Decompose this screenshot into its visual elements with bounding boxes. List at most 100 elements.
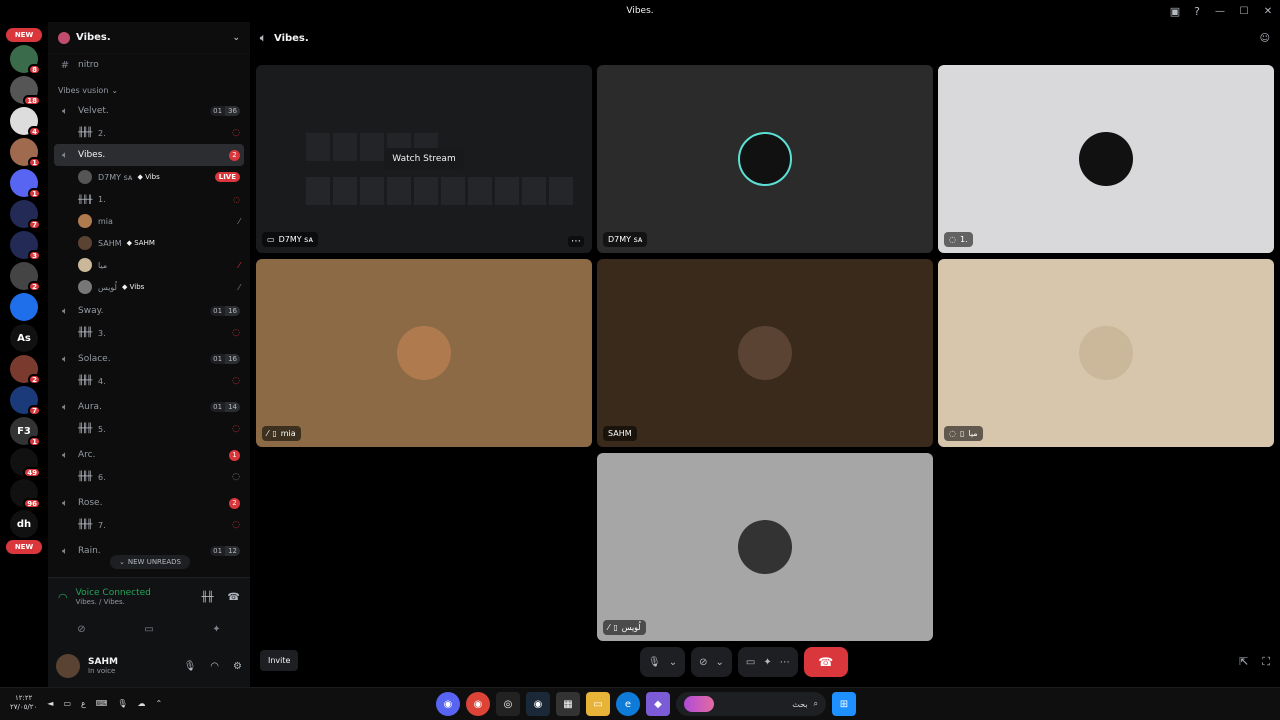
server-icon[interactable]: 18 — [10, 76, 41, 106]
disconnect-button[interactable]: ☎ — [803, 647, 848, 677]
voice-member[interactable]: ميا ⁄ — [48, 254, 250, 276]
sub-member[interactable]: ╫╫╫ 6. ◌ — [48, 466, 250, 488]
channel-nitro[interactable]: # nitro — [48, 54, 250, 76]
language-indicator[interactable]: ع — [81, 699, 86, 708]
camera-off-icon[interactable]: ⊘ — [77, 624, 85, 635]
mobile-icon: ▯ — [959, 429, 965, 438]
user-tile[interactable]: D7MY sᴀ — [597, 65, 933, 253]
user-tile[interactable]: ⁄ ▯ لُويس — [597, 453, 933, 641]
copilot-app-icon[interactable]: ◆ — [646, 692, 670, 716]
voice-location[interactable]: Vibes. / Vibes. — [76, 598, 151, 606]
user-tile[interactable]: SAHM — [597, 259, 933, 447]
voice-channel-vibes[interactable]: 🔈︎ Vibes. 2 — [54, 144, 244, 166]
activities-icon[interactable]: ✦ — [212, 624, 220, 635]
server-icon[interactable]: 8 — [10, 45, 41, 75]
server-icon[interactable]: 96 — [10, 479, 41, 509]
screen-share-icon[interactable]: ▭ — [746, 657, 755, 668]
clock[interactable]: ١٢:٢٢ ٢٧/٠٥/٢٠ — [10, 694, 37, 712]
voice-channel-aura[interactable]: 🔈︎ Aura. 01 14 — [48, 396, 250, 418]
members-icon[interactable]: ☺ — [1260, 33, 1270, 44]
chevron-up-icon[interactable]: ⌃ — [155, 699, 162, 708]
voice-connected-label[interactable]: Voice Connected — [76, 588, 151, 598]
keyboard-icon[interactable]: ⌨ — [96, 699, 108, 708]
folder-app-icon[interactable]: ▭ — [586, 692, 610, 716]
mic-control[interactable]: 🎙︎ ⌄ — [640, 647, 686, 677]
activities-icon[interactable]: ✦ — [763, 657, 771, 668]
username[interactable]: SAHM — [88, 657, 118, 667]
discord-app-icon[interactable]: ◉ — [436, 692, 460, 716]
member-label: 6. — [98, 472, 106, 482]
server-icon[interactable]: 2 — [10, 262, 41, 292]
user-tile[interactable]: ◌ ▯ ميا — [938, 259, 1274, 447]
user-tile[interactable]: ◌ 1. — [938, 65, 1274, 253]
server-icon[interactable]: 7 — [10, 386, 41, 416]
screen-share-icon[interactable]: ▭ — [144, 624, 153, 635]
voice-member[interactable]: SAHM ◆ SAHM — [48, 232, 250, 254]
chrome-app-icon[interactable]: ◉ — [466, 692, 490, 716]
help-icon[interactable]: ? — [1186, 0, 1208, 22]
avatar — [78, 214, 92, 228]
invite-button[interactable]: Invite — [260, 650, 299, 671]
taskbar-search[interactable]: بحث ⌕ — [676, 692, 826, 716]
voice-member[interactable]: لُويس ◆ Vibs ⁄ — [48, 276, 250, 298]
sub-member[interactable]: ╫╫╫ 7. ◌ — [48, 514, 250, 536]
maximize-button[interactable]: ☐ — [1232, 0, 1256, 22]
microphone-icon[interactable]: 🎙︎ — [184, 661, 197, 672]
cloud-icon[interactable]: ☁ — [137, 699, 145, 708]
soundboard-icon[interactable]: ╫╫ — [201, 592, 213, 603]
server-icon[interactable]: 1 — [10, 138, 41, 168]
server-icon[interactable]: 3 — [10, 231, 41, 261]
server-icon[interactable]: As — [10, 324, 38, 352]
server-icon[interactable] — [10, 293, 38, 321]
sub-member[interactable]: ╫╫╫ 3. ◌ — [48, 322, 250, 344]
new-badge-bottom[interactable]: NEW — [6, 540, 42, 554]
server-icon[interactable]: 49 — [10, 448, 41, 478]
game-app-icon[interactable]: ◎ — [496, 692, 520, 716]
soundwave-icon: ╫╫╫ — [78, 472, 92, 482]
guild-header[interactable]: Vibes. ⌄ — [48, 22, 250, 54]
watch-stream-button[interactable]: Watch Stream — [384, 148, 464, 170]
server-icon[interactable]: 4 — [10, 107, 41, 137]
category-header[interactable]: Vibes vusion ⌄ — [48, 80, 250, 100]
fullscreen-icon[interactable]: ⛶ — [1262, 655, 1270, 669]
more-icon[interactable]: ⋯ — [568, 236, 584, 247]
new-badge-top[interactable]: NEW — [6, 28, 42, 42]
voice-channel-sway[interactable]: 🔈︎ Sway. 01 16 — [48, 300, 250, 322]
headphones-icon[interactable]: ◠ — [210, 661, 219, 672]
server-icon[interactable]: 7 — [10, 200, 41, 230]
steam-app-icon[interactable]: ◉ — [526, 692, 550, 716]
display-icon[interactable]: ▭ — [63, 699, 71, 708]
voice-channel-solace[interactable]: 🔈︎ Solace. 01 16 — [48, 348, 250, 370]
server-icon[interactable]: dh — [10, 510, 38, 538]
close-button[interactable]: ✕ — [1256, 0, 1280, 22]
camera-control[interactable]: ⊘ ⌄ — [691, 647, 732, 677]
windows-start-icon[interactable]: ⊞ — [832, 692, 856, 716]
inbox-icon[interactable]: ▣ — [1164, 0, 1186, 22]
voice-channel-rose[interactable]: 🔈︎ Rose. 2 — [48, 492, 250, 514]
store-app-icon[interactable]: ▦ — [556, 692, 580, 716]
gear-icon[interactable]: ⚙ — [233, 661, 242, 672]
microphone-icon[interactable]: 🎙︎ — [117, 699, 127, 708]
server-icon[interactable]: F3 1 — [10, 417, 41, 447]
disconnect-icon[interactable]: ☎ — [228, 592, 240, 603]
sub-member[interactable]: ╫╫╫ 5. ◌ — [48, 418, 250, 440]
stream-tile[interactable]: Watch Stream ▭ D7MY sᴀ ⋯ — [256, 65, 592, 253]
voice-member[interactable]: ╫╫╫ 1. ◌ — [48, 188, 250, 210]
avatar[interactable] — [56, 654, 80, 678]
sub-member[interactable]: ╫╫╫ 2. ◌ — [48, 122, 250, 144]
volume-icon[interactable]: ◄ — [47, 699, 53, 708]
edge-app-icon[interactable]: e — [616, 692, 640, 716]
voice-channel-arc[interactable]: 🔈︎ Arc. 1 — [48, 444, 250, 466]
voice-channel-velvet[interactable]: 🔈︎ Velvet. 01 36 — [48, 100, 250, 122]
minimize-button[interactable]: — — [1208, 0, 1232, 22]
server-icon[interactable]: 2 — [10, 355, 41, 385]
voice-member[interactable]: D7MY sᴀ ◆ Vibs LIVE — [48, 166, 250, 188]
user-tile[interactable]: ⁄ ▯ mia — [256, 259, 592, 447]
popout-icon[interactable]: ⇱ — [1239, 655, 1248, 669]
server-icon[interactable]: 1 — [10, 169, 41, 199]
more-icon[interactable]: ⋯ — [780, 657, 790, 668]
sub-member[interactable]: ╫╫╫ 4. ◌ — [48, 370, 250, 392]
new-unreads-pill[interactable]: ⌄ NEW UNREADS — [110, 555, 190, 569]
signal-icon[interactable]: ◠ — [58, 591, 68, 604]
voice-member[interactable]: mia ⁄ — [48, 210, 250, 232]
